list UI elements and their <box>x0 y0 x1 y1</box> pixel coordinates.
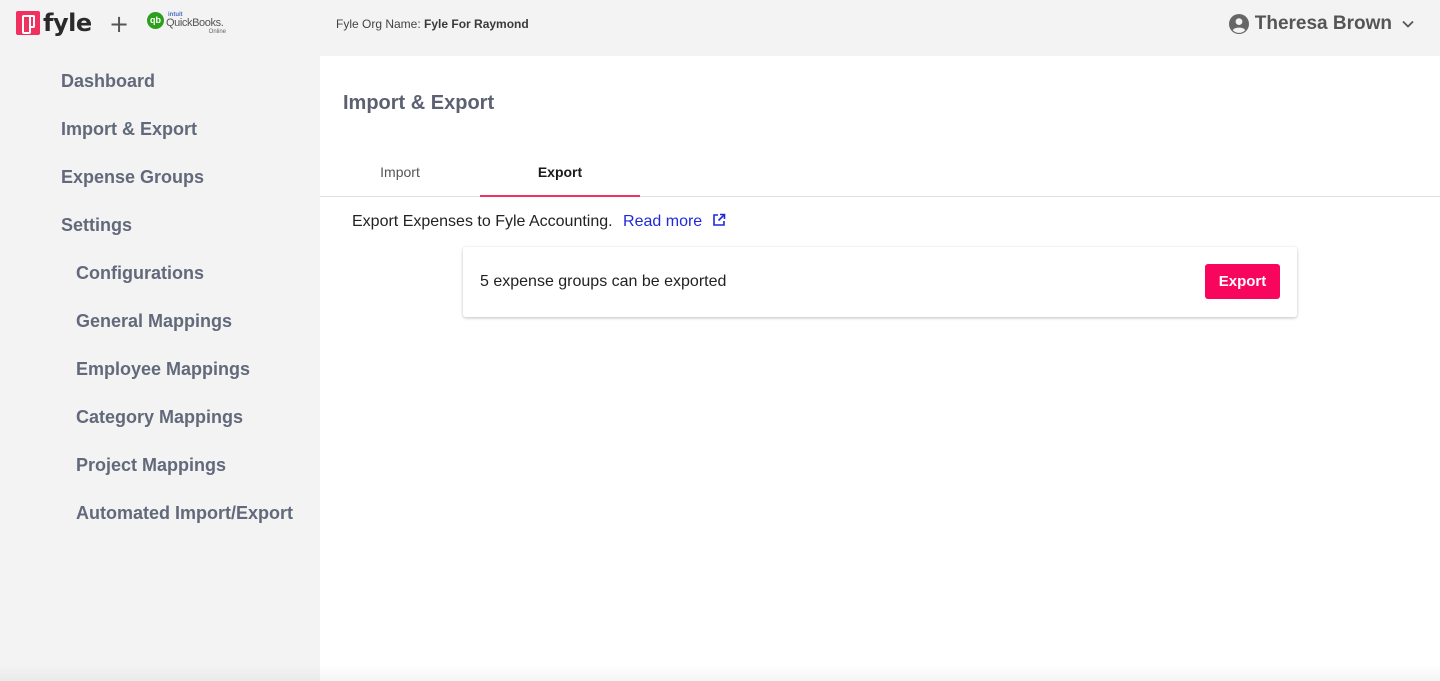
exportable-groups-message: 5 expense groups can be exported <box>480 273 727 290</box>
sidebar-item-import-export[interactable]: Import & Export <box>61 118 197 140</box>
external-link-icon <box>712 213 725 226</box>
tab-import[interactable]: Import <box>320 156 480 196</box>
top-bar: fyle + qb intuit QuickBooks. Online Fyle… <box>0 0 1440 56</box>
sidebar-item-settings[interactable]: Settings <box>61 214 132 236</box>
org-name-display: Fyle Org Name: Fyle For Raymond <box>336 17 529 31</box>
quickbooks-label: QuickBooks. <box>166 17 224 29</box>
quickbooks-edition: Online <box>208 29 226 35</box>
fyle-logo-text: fyle <box>43 9 92 37</box>
plus-icon: + <box>109 10 130 38</box>
quickbooks-wordmark: intuit QuickBooks. Online <box>166 12 226 38</box>
org-name-label: Fyle Org Name: <box>336 17 421 31</box>
user-avatar-icon <box>1228 14 1249 34</box>
user-name: Theresa Brown <box>1254 13 1392 34</box>
export-button[interactable]: Export <box>1205 264 1280 299</box>
user-menu[interactable]: Theresa Brown <box>1228 13 1414 35</box>
bottom-shadow <box>0 665 1440 681</box>
export-description-text: Export Expenses to Fyle Accounting. <box>352 213 613 230</box>
tab-export[interactable]: Export <box>480 156 640 197</box>
sidebar: Dashboard Import & Export Expense Groups… <box>0 56 320 681</box>
export-card: 5 expense groups can be exported Export <box>463 247 1297 317</box>
chevron-down-icon <box>1402 20 1414 28</box>
read-more-label: Read more <box>623 213 703 230</box>
sidebar-item-category-mappings[interactable]: Category Mappings <box>76 406 243 428</box>
quickbooks-icon: qb <box>147 12 164 29</box>
main-content: Import & Export Import Export Export Exp… <box>320 56 1440 681</box>
export-description: Export Expenses to Fyle Accounting. Read… <box>352 213 726 231</box>
read-more-link[interactable]: Read more <box>623 213 726 230</box>
sidebar-item-project-mappings[interactable]: Project Mappings <box>76 454 226 476</box>
page-title: Import & Export <box>343 92 495 114</box>
quickbooks-logo: qb intuit QuickBooks. Online <box>147 12 226 38</box>
fyle-logo[interactable]: fyle <box>16 11 92 35</box>
sidebar-item-configurations[interactable]: Configurations <box>76 262 204 284</box>
sidebar-item-automated-import-export[interactable]: Automated Import/Export <box>76 502 293 524</box>
sidebar-item-general-mappings[interactable]: General Mappings <box>76 310 232 332</box>
sidebar-item-employee-mappings[interactable]: Employee Mappings <box>76 358 250 380</box>
fyle-logo-icon <box>16 11 40 35</box>
sidebar-item-dashboard[interactable]: Dashboard <box>61 70 155 92</box>
org-name-value: Fyle For Raymond <box>424 17 529 31</box>
tab-bar: Import Export <box>320 156 1440 197</box>
sidebar-item-expense-groups[interactable]: Expense Groups <box>61 166 204 188</box>
